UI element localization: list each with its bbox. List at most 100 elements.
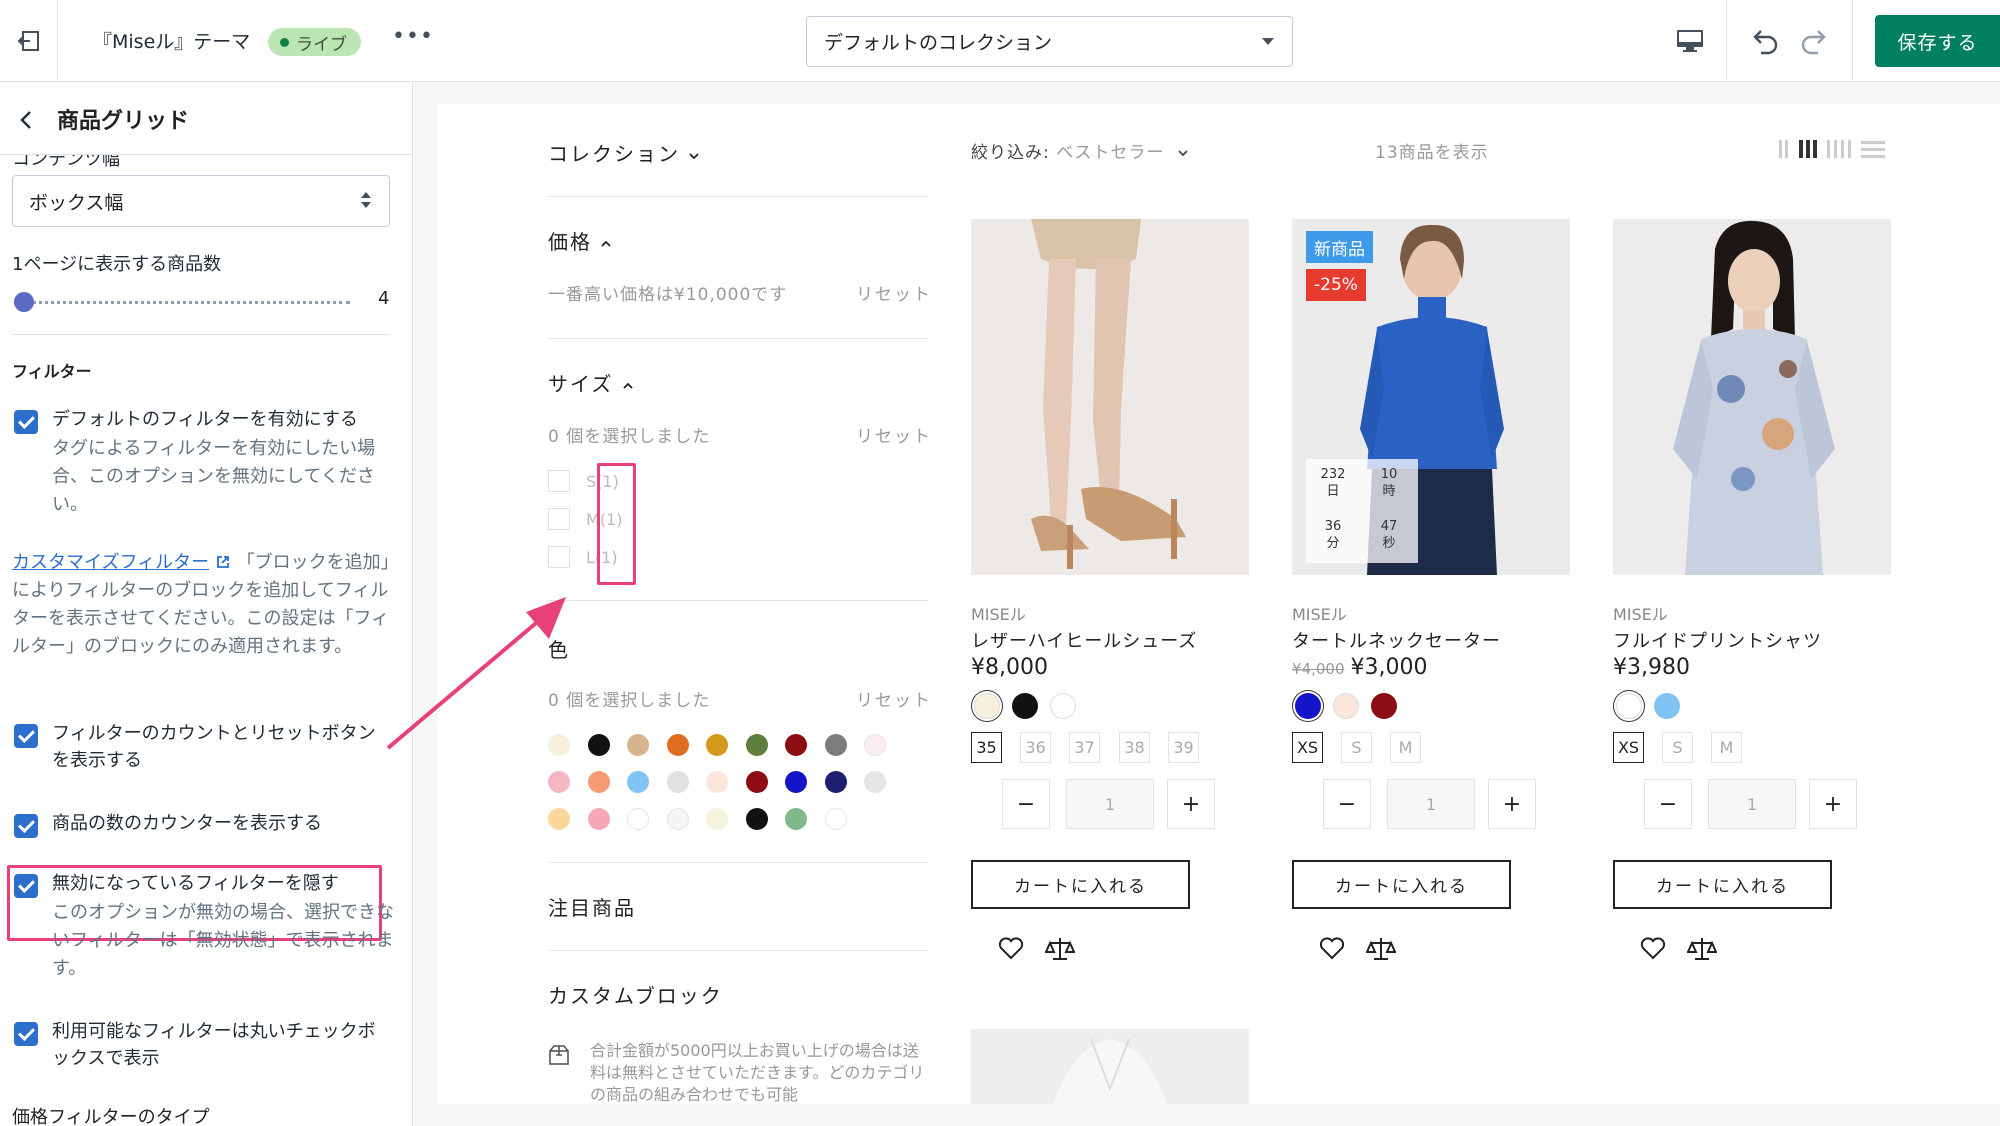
quantity-value[interactable]: 1 (1066, 779, 1154, 829)
color-filter-swatch[interactable] (745, 771, 768, 793)
color-filter-swatch[interactable] (785, 771, 807, 793)
featured-products-title[interactable]: 注目商品 (548, 892, 636, 921)
collection-filter-toggle[interactable]: コレクション (548, 138, 700, 167)
color-filter-swatch[interactable] (587, 808, 610, 830)
color-filter-swatch[interactable] (548, 771, 570, 793)
color-filter-swatch[interactable] (587, 771, 610, 793)
product-image[interactable] (1613, 219, 1891, 575)
add-to-cart-button[interactable]: カートに入れる (971, 860, 1190, 909)
size-option[interactable]: 36 (1020, 732, 1051, 763)
size-option-s[interactable]: S(1) (548, 470, 748, 494)
color-filter-swatch[interactable] (824, 734, 847, 756)
color-filter-swatch[interactable] (666, 734, 689, 756)
product-counter-checkbox[interactable] (14, 814, 38, 838)
color-filter-swatch[interactable] (745, 808, 768, 830)
color-filter-swatch[interactable] (785, 734, 807, 756)
quantity-increase-button[interactable]: + (1488, 779, 1536, 829)
quantity-increase-button[interactable]: + (1167, 779, 1215, 829)
per-page-slider[interactable] (14, 291, 350, 313)
undo-button[interactable] (1744, 20, 1784, 62)
size-checkbox[interactable] (548, 470, 570, 492)
size-option[interactable]: 39 (1168, 732, 1199, 763)
size-option[interactable]: M (1711, 732, 1742, 763)
grid-2-columns-icon[interactable] (1778, 140, 1790, 158)
color-filter-swatch[interactable] (627, 734, 649, 756)
product-name[interactable]: フルイドプリントシャツ (1613, 627, 1822, 653)
list-view-icon[interactable] (1861, 140, 1885, 158)
quantity-value[interactable]: 1 (1708, 779, 1796, 829)
color-filter-swatch[interactable] (666, 771, 689, 793)
grid-3-columns-icon[interactable] (1799, 140, 1817, 158)
color-swatch[interactable] (1295, 693, 1321, 719)
size-option[interactable]: M (1390, 732, 1421, 763)
color-filter-swatch[interactable] (706, 734, 728, 756)
color-swatch[interactable] (1012, 693, 1038, 719)
quantity-value[interactable]: 1 (1387, 779, 1475, 829)
color-filter-swatch[interactable] (864, 771, 886, 793)
scale-icon[interactable] (1687, 935, 1717, 963)
custom-filter-link[interactable]: カスタマイズフィルター (12, 552, 209, 573)
chevron-left-icon[interactable] (16, 109, 38, 131)
slider-thumb[interactable] (14, 292, 34, 312)
color-swatch[interactable] (1050, 693, 1076, 719)
size-option-l[interactable]: L(1) (548, 546, 748, 570)
product-name[interactable]: レザーハイヒールシューズ (971, 627, 1197, 653)
product-name[interactable]: タートルネックセーター (1292, 627, 1501, 653)
quantity-decrease-button[interactable]: − (1644, 779, 1692, 829)
color-filter-swatch[interactable] (627, 808, 649, 830)
color-filter-swatch[interactable] (666, 808, 689, 830)
collection-select[interactable]: デフォルトのコレクション (806, 16, 1293, 67)
redo-button[interactable] (1795, 20, 1835, 62)
product-image-partial[interactable] (971, 1029, 1249, 1104)
color-filter-swatch[interactable] (706, 771, 728, 793)
heart-icon[interactable] (1639, 935, 1667, 961)
color-filter-title[interactable]: 色 (548, 634, 570, 663)
add-to-cart-button[interactable]: カートに入れる (1292, 860, 1511, 909)
filter-count-reset-checkbox[interactable] (14, 724, 38, 748)
color-filter-swatch[interactable] (548, 808, 570, 830)
size-option[interactable]: XS (1613, 732, 1644, 763)
scale-icon[interactable] (1045, 935, 1075, 963)
color-filter-swatch[interactable] (824, 771, 847, 793)
color-swatch[interactable] (1333, 693, 1359, 719)
size-checkbox[interactable] (548, 508, 570, 530)
size-option[interactable]: 37 (1069, 732, 1100, 763)
size-option[interactable]: 35 (971, 732, 1002, 763)
product-image[interactable] (971, 219, 1249, 575)
color-filter-swatch[interactable] (864, 734, 886, 756)
price-filter-toggle[interactable]: 価格 (548, 226, 612, 255)
default-filter-checkbox[interactable] (14, 410, 38, 434)
size-checkbox[interactable] (548, 546, 570, 568)
size-option[interactable]: XS (1292, 732, 1323, 763)
content-width-select[interactable]: ボックス幅 (12, 175, 390, 227)
hide-disabled-filters-checkbox[interactable] (14, 874, 38, 898)
external-link-icon[interactable] (215, 554, 231, 570)
size-option[interactable]: S (1341, 732, 1372, 763)
quantity-decrease-button[interactable]: − (1002, 779, 1050, 829)
grid-4-columns-icon[interactable] (1827, 140, 1851, 158)
scale-icon[interactable] (1366, 935, 1396, 963)
color-swatch[interactable] (1616, 693, 1642, 719)
more-actions-button[interactable]: ••• (392, 24, 434, 49)
color-filter-swatch[interactable] (587, 734, 610, 756)
color-filter-swatch[interactable] (627, 771, 649, 793)
size-filter-toggle[interactable]: サイズ (548, 368, 634, 397)
size-option[interactable]: 38 (1119, 732, 1150, 763)
color-swatch[interactable] (974, 693, 1000, 719)
heart-icon[interactable] (997, 935, 1025, 961)
size-option-m[interactable]: M(1) (548, 508, 748, 532)
color-swatch[interactable] (1654, 693, 1680, 719)
color-swatch[interactable] (1371, 693, 1397, 719)
product-image[interactable]: 新商品 -25% 232 日 10 時 36 分 47 秒 (1292, 219, 1570, 575)
sort-dropdown[interactable]: 絞り込み: ベストセラー (971, 138, 1189, 163)
heart-icon[interactable] (1318, 935, 1346, 961)
color-filter-swatch[interactable] (706, 808, 728, 830)
save-button[interactable]: 保存する (1875, 15, 2000, 67)
color-filter-swatch[interactable] (785, 808, 807, 830)
quantity-increase-button[interactable]: + (1809, 779, 1857, 829)
color-filter-swatch[interactable] (548, 734, 570, 756)
add-to-cart-button[interactable]: カートに入れる (1613, 860, 1832, 909)
size-option[interactable]: S (1662, 732, 1693, 763)
device-toggle-button[interactable] (1664, 20, 1716, 62)
size-reset-link[interactable]: リセット (856, 422, 932, 447)
